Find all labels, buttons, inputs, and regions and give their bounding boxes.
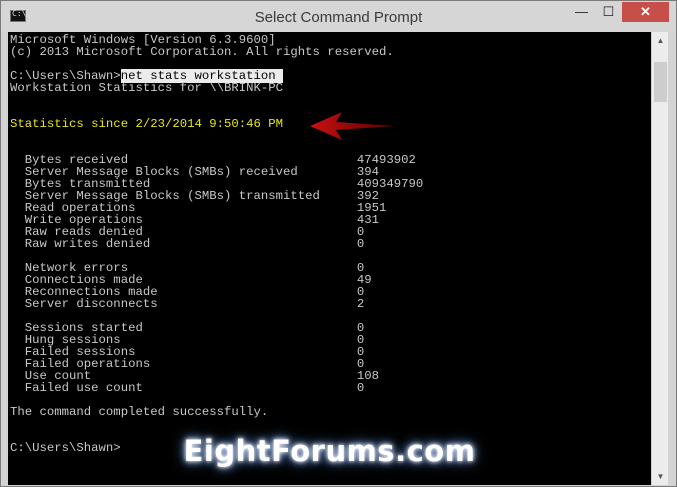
stat-line: Reconnections made 0 <box>10 285 365 299</box>
command-prompt-window: C:\ Select Command Prompt — ☐ ✕ Microsof… <box>0 0 677 487</box>
stat-line: Failed use count 0 <box>10 381 365 395</box>
stat-line: Sessions started 0 <box>10 321 365 335</box>
stat-line: Server Message Blocks (SMBs) transmitted… <box>10 189 379 203</box>
stat-line: Connections made 49 <box>10 273 372 287</box>
stat-line: Write operations 431 <box>10 213 379 227</box>
red-arrow-icon <box>310 112 396 140</box>
minimize-button[interactable]: — <box>568 2 595 22</box>
console-line: Workstation Statistics for \\BRINK-PC <box>10 81 284 95</box>
completion-message: The command completed successfully. <box>10 405 269 419</box>
stat-line: Server disconnects 2 <box>10 297 365 311</box>
stat-line: Server Message Blocks (SMBs) received 39… <box>10 165 379 179</box>
eightforums-watermark: EightForums.com <box>183 434 476 468</box>
scrollbar-thumb[interactable] <box>654 62 667 102</box>
stat-line: Bytes received 47493902 <box>10 153 416 167</box>
title-bar[interactable]: C:\ Select Command Prompt — ☐ ✕ <box>1 1 676 32</box>
stat-line: Hung sessions 0 <box>10 333 365 347</box>
stat-line: Bytes transmitted 409349790 <box>10 177 424 191</box>
console-output[interactable]: Microsoft Windows [Version 6.3.9600] (c)… <box>8 32 651 485</box>
stat-line: Read operations 1951 <box>10 201 387 215</box>
stat-line: Network errors 0 <box>10 261 365 275</box>
vertical-scrollbar[interactable]: ▲ ▼ <box>651 32 669 485</box>
maximize-button[interactable]: ☐ <box>595 2 622 22</box>
close-button[interactable]: ✕ <box>622 2 669 22</box>
console-line: Microsoft Windows [Version 6.3.9600] <box>10 33 276 47</box>
stat-line: Failed sessions 0 <box>10 345 365 359</box>
stat-line: Raw writes denied 0 <box>10 237 365 251</box>
stat-line: Use count 108 <box>10 369 379 383</box>
command-line: C:\Users\Shawn>net stats workstation <box>10 69 423 83</box>
down-arrow-icon[interactable]: ▼ <box>652 468 669 485</box>
stat-line: Raw reads denied 0 <box>10 225 365 239</box>
console-lines: Microsoft Windows [Version 6.3.9600] (c)… <box>10 33 424 455</box>
console-line: (c) 2013 Microsoft Corporation. All righ… <box>10 45 394 59</box>
up-arrow-icon[interactable]: ▲ <box>652 32 669 49</box>
stat-line: Failed operations 0 <box>10 357 365 371</box>
window-border <box>668 32 676 486</box>
